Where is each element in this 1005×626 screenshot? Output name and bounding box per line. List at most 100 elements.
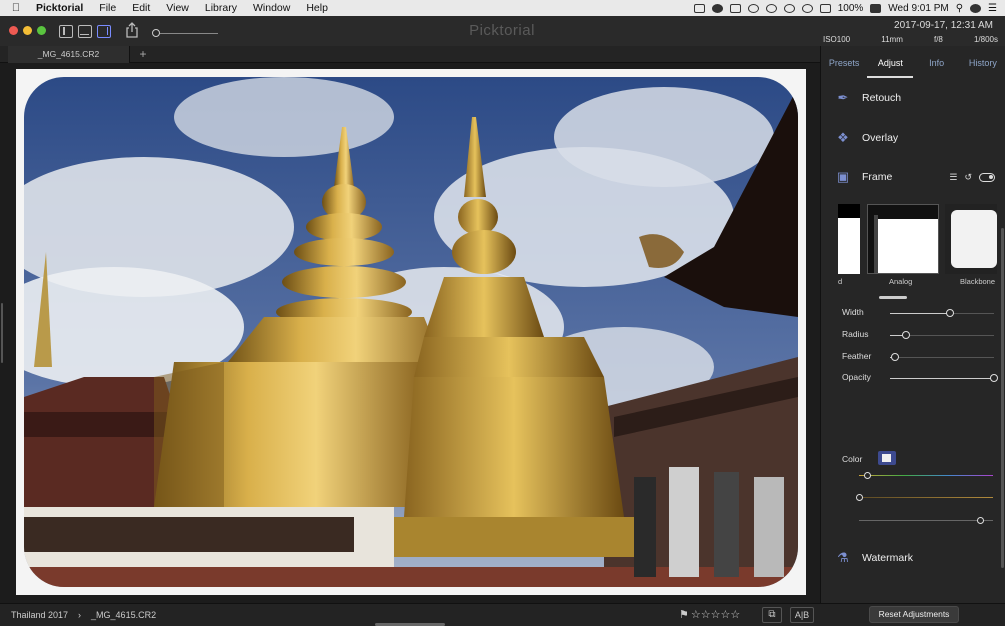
slider-opacity-knob[interactable] [990,374,998,382]
overlay-icon: ❖ [837,130,849,145]
hue-slider-track[interactable] [859,475,993,476]
slider-feather-knob[interactable] [891,353,900,361]
slider-radius-track[interactable] [890,331,994,339]
thumb-scrollbar[interactable] [879,296,907,299]
tab-adjust[interactable]: Adjust [867,54,913,72]
frame-thumb-prev[interactable] [838,204,860,274]
canvas-scroll-indicator[interactable] [1,303,3,363]
slider-opacity: Opacity [842,372,998,384]
star-rating[interactable]: ☆☆☆☆☆ [691,608,740,621]
toggle-left-panel-button[interactable] [59,25,73,38]
app-title: Picktorial [469,22,535,39]
siri-icon[interactable] [970,3,982,13]
frame-icon: ▣ [836,169,850,184]
menu-bar:  Picktorial File Edit View Library Wind… [0,0,1005,16]
tab-presets[interactable]: Presets [821,54,867,72]
hue-slider-knob[interactable] [864,472,872,479]
battery-icon[interactable] [870,3,882,13]
menu-app[interactable]: Picktorial [32,0,91,16]
section-retouch-label: Retouch [862,92,902,104]
breadcrumb-separator: › [78,610,82,620]
compare-button[interactable]: ⧉ [762,607,782,623]
menu-file[interactable]: File [91,0,124,16]
display-icon[interactable] [729,3,741,13]
frame-thumb-blackbone-label: Blackbone [960,277,996,286]
camera-icon[interactable] [693,3,705,13]
rating: ⚑ ☆☆☆☆☆ [679,608,740,621]
menu-edit[interactable]: Edit [124,0,158,16]
capture-date: 2017-09-17, 12:31 AM [894,20,993,31]
battery-text[interactable]: 100% [838,3,864,14]
close-window-button[interactable] [9,26,18,35]
section-watermark[interactable]: ⚗ Watermark [821,543,1005,573]
share-icon[interactable] [125,22,139,38]
panel-tabs: Presets Adjust Info History [821,54,1005,78]
list-icon[interactable]: ☰ [949,172,957,183]
bluetooth-icon[interactable] [783,3,795,13]
ab-button[interactable]: A|B [790,607,814,623]
frame-thumb-analog[interactable] [867,204,939,274]
luminance-slider-track[interactable] [859,520,993,521]
section-watermark-label: Watermark [862,552,913,564]
menu-library[interactable]: Library [197,0,245,16]
notification-icon[interactable]: ☰ [988,3,997,14]
flag-icon[interactable]: ⚑ [679,608,689,621]
exif-info: ISO100 11mm f/8 1/800s [823,35,998,44]
breadcrumb-file: _MG_4615.CR2 [91,610,157,620]
temple-photo [24,77,798,587]
slider-feather-track[interactable] [890,353,994,361]
menu-window[interactable]: Window [245,0,298,16]
slider-radius-knob[interactable] [901,331,910,339]
tab-history[interactable]: History [960,54,1005,72]
exif-focal: 11mm [881,35,903,44]
tab-info[interactable]: Info [914,54,960,72]
sync-icon[interactable] [765,3,777,13]
photo[interactable] [24,77,798,587]
section-retouch[interactable]: ✒ Retouch [821,83,1005,113]
status-icons: 100% Wed 9:01 PM ⚲ ☰ [693,0,997,16]
toggle-bottom-panel-button[interactable] [78,25,92,38]
saturation-slider-knob[interactable] [856,494,863,501]
color-swatch[interactable] [878,451,896,465]
luminance-slider-knob[interactable] [976,517,984,524]
status-bar: Thailand 2017 › _MG_4615.CR2 ⚑ ☆☆☆☆☆ ⧉ A… [0,603,1005,626]
menu-view[interactable]: View [158,0,197,16]
compare-icon: ⧉ [768,609,776,620]
slider-width-track[interactable] [890,309,994,317]
section-overlay[interactable]: ❖ Overlay [821,123,1005,153]
airplay-icon[interactable] [819,3,831,13]
toggle-right-panel-button[interactable] [97,25,111,38]
wifi-icon[interactable] [801,3,813,13]
saturation-slider-track[interactable] [859,497,993,498]
reset-adjustments-button[interactable]: Reset Adjustments [869,606,959,623]
exif-aperture: f/8 [933,35,943,44]
add-tab-button[interactable]: + [135,46,151,63]
frame-thumb-blackbone[interactable] [945,204,997,274]
breadcrumb-album[interactable]: Thailand 2017 [11,610,68,620]
slider-width-knob[interactable] [946,309,955,317]
visibility-toggle-icon[interactable] [979,173,995,182]
frame-tools: ☰ ↺ [949,172,995,183]
active-tab-underline [867,76,913,78]
minimize-window-button[interactable] [23,26,32,35]
menu-help[interactable]: Help [298,0,336,16]
zoom-slider-track[interactable] [153,33,218,34]
section-frame-label: Frame [862,171,893,183]
image-canvas[interactable] [0,63,820,603]
record-icon[interactable] [711,3,723,13]
tab-file[interactable]: _MG_4615.CR2 [8,46,130,63]
reset-icon[interactable]: ↺ [964,172,972,183]
apple-icon[interactable]:  [0,2,32,14]
search-icon[interactable]: ⚲ [956,3,963,14]
app-icon[interactable] [747,3,759,13]
slider-width-label: Width [842,307,864,317]
exif-iso: ISO100 [823,35,851,44]
clock[interactable]: Wed 9:01 PM [888,3,948,14]
zoom-window-button[interactable] [37,26,46,35]
slider-opacity-track[interactable] [890,374,998,382]
slider-width: Width [842,307,997,319]
frame-thumb-analog-label: Analog [889,277,913,286]
zoom-slider-knob[interactable] [152,29,160,37]
frame-thumb-prev-label: d [838,277,843,286]
panel-scrollbar[interactable] [1001,228,1004,568]
